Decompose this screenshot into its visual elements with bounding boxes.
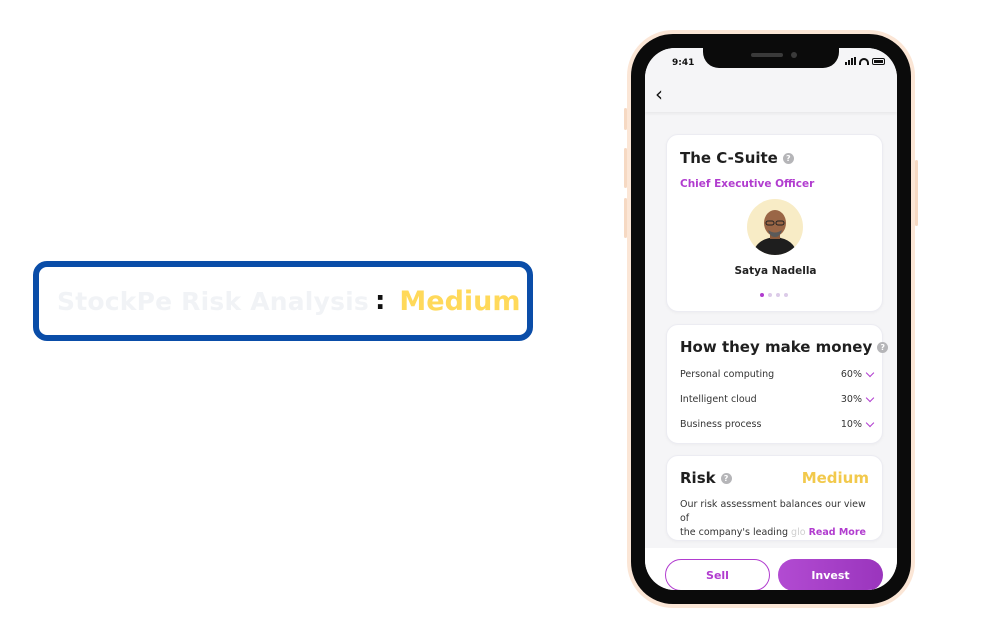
phone-frame: 9:41 ‹ The C-Suite? Chief Executive Offi… [624,30,918,608]
revenue-segment-percent: 10% [840,418,862,430]
csuite-title-row: The C-Suite? [680,149,794,167]
speaker-grille [751,53,783,57]
phone-side-button [624,108,627,130]
csuite-card: The C-Suite? Chief Executive Officer Sat… [666,134,883,312]
carousel-dot[interactable] [760,293,764,297]
risk-description: Our risk assessment balances our view of… [680,498,872,540]
revenue-segment-percent: 30% [840,393,862,405]
revenue-segment-percent: 60% [840,368,862,380]
risk-title: Risk [680,469,716,487]
avatar [747,199,803,255]
chevron-down-icon[interactable] [865,393,875,402]
sell-button[interactable]: Sell [665,559,770,590]
risk-level: Medium [801,469,869,487]
risk-card: Risk? Medium Our risk assessment balance… [666,455,883,541]
risk-title-row: Risk? [680,469,732,487]
callout-value: Medium [399,285,521,317]
battery-icon [872,58,885,65]
carousel-dot[interactable] [776,293,780,297]
nav-bar: ‹ [645,78,897,112]
help-icon[interactable]: ? [877,342,889,353]
revenue-segment-name: Personal computing [680,368,775,380]
signal-icon [845,57,856,65]
phone-notch [703,48,839,68]
phone-screen: 9:41 ‹ The C-Suite? Chief Executive Offi… [645,48,897,590]
phone-volume-up [624,148,627,188]
help-icon[interactable]: ? [720,473,732,484]
phone-power-button [915,160,918,226]
status-icons [845,57,885,65]
executive-name: Satya Nadella [734,265,817,277]
carousel-dots [760,293,788,297]
executive-role: Chief Executive Officer [680,178,815,190]
revenue-segment-name: Intelligent cloud [680,393,757,405]
wifi-icon [859,58,869,65]
carousel-dot[interactable] [784,293,788,297]
read-more-link[interactable]: Read More [809,527,866,538]
csuite-title: The C-Suite [680,149,778,167]
back-arrow-icon[interactable]: ‹ [655,84,663,104]
chevron-down-icon[interactable] [865,418,875,427]
help-icon[interactable]: ? [782,153,794,164]
phone-volume-down [624,198,627,238]
revenue-segment-name: Business process [680,418,762,430]
phone-bezel: 9:41 ‹ The C-Suite? Chief Executive Offi… [631,34,911,604]
revenue-row[interactable]: Personal computing 60% [680,367,875,381]
risk-analysis-callout: StockPe Risk Analysis : Medium [33,261,533,341]
invest-button[interactable]: Invest [778,559,883,590]
callout-label: StockPe Risk Analysis [57,286,370,316]
revenue-title-row: How they make money? [680,338,889,356]
status-time: 9:41 [672,58,695,68]
chevron-down-icon[interactable] [865,368,875,377]
revenue-title: How they make money [680,338,873,356]
risk-text-line2: the company's leading [680,527,789,538]
revenue-row[interactable]: Intelligent cloud 30% [680,392,875,406]
avatar-portrait-icon [753,210,797,255]
front-camera [791,52,797,58]
callout-separator: : [375,286,386,316]
revenue-card: How they make money? Personal computing … [666,324,889,444]
risk-text-faded: glo [791,527,806,538]
revenue-row[interactable]: Business process 10% [680,417,875,431]
risk-text-line1: Our risk assessment balances our view of [680,499,866,524]
carousel-dot[interactable] [768,293,772,297]
